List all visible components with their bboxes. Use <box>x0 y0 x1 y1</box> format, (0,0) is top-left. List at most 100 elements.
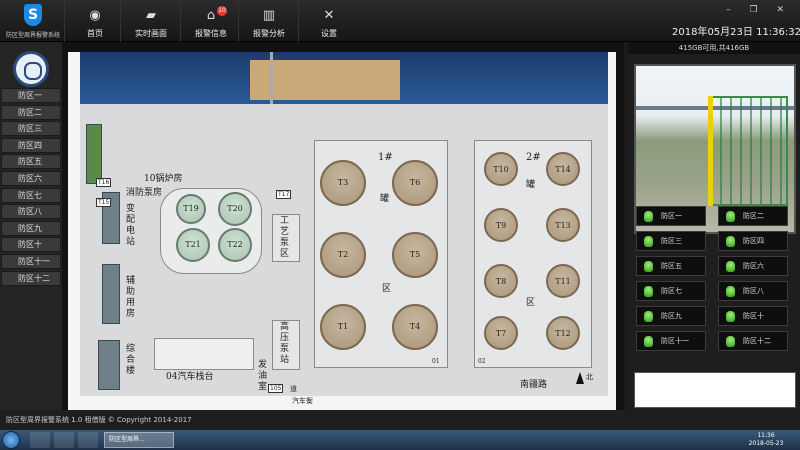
zone-status-button[interactable]: 防区四 <box>718 231 788 251</box>
gate-label: 道 <box>290 385 297 393</box>
tank-t9[interactable]: T9 <box>484 208 518 242</box>
tank-t2[interactable]: T2 <box>320 232 366 278</box>
process-pump-label: 工艺泵区 <box>280 216 290 259</box>
nav-settings-label: 设置 <box>321 29 337 38</box>
nav-home-label: 首页 <box>87 29 103 38</box>
boiler-label: 10锅炉房 <box>144 174 183 184</box>
sidebar-zone-item[interactable]: 防区七 <box>1 187 61 203</box>
zone-status-button[interactable]: 防区五 <box>636 256 706 276</box>
zone-ok-indicator-icon <box>644 311 653 322</box>
sidebar-zone-item[interactable]: 防区四 <box>1 137 61 153</box>
aux-building <box>102 264 120 324</box>
zone-status-button[interactable]: 防区六 <box>718 256 788 276</box>
zone-status-label: 防区一 <box>661 212 682 220</box>
sidebar-zone-item[interactable]: 防区三 <box>1 121 61 137</box>
wash-label: 汽车衡 <box>292 397 313 405</box>
tank-t11[interactable]: T11 <box>546 264 580 298</box>
site-map[interactable]: 变配电站 辅助用房 综合楼 10锅炉房 消防泵房 T16 T15 T19 T20… <box>68 52 616 435</box>
sidebar-zone-item[interactable]: 防区八 <box>1 204 61 220</box>
zone-status-button[interactable]: 防区八 <box>718 281 788 301</box>
zone-status-button[interactable]: 防区九 <box>636 306 706 326</box>
tank-t2-label: T2 <box>337 250 349 259</box>
tank-t10[interactable]: T10 <box>484 152 518 186</box>
window-controls[interactable]: – ❐ ✕ <box>726 5 792 15</box>
block1-label-num: 1# <box>378 152 393 163</box>
sidebar-zone-item[interactable]: 防区五 <box>1 154 61 170</box>
tank-t14[interactable]: T14 <box>546 152 580 186</box>
zone-status-label: 防区十 <box>743 312 764 320</box>
tank-t13-label: T13 <box>555 221 571 230</box>
tank-t12-label: T12 <box>555 329 571 338</box>
tank-t3[interactable]: T3 <box>320 160 366 206</box>
block1-label-zone: 区 <box>382 284 392 294</box>
tank-t1[interactable]: T1 <box>320 304 366 350</box>
pole <box>270 52 273 104</box>
tank-t6[interactable]: T6 <box>392 160 438 206</box>
zone-ok-indicator-icon <box>726 336 735 347</box>
zone-status-button[interactable]: 防区一 <box>636 206 706 226</box>
tank-t21[interactable]: T21 <box>176 228 210 262</box>
event-log <box>634 372 796 408</box>
nav-alarm-analysis[interactable]: ▥ 报警分析 <box>238 0 298 42</box>
tank-t21-label: T21 <box>185 240 201 249</box>
taskbar-app-1[interactable] <box>30 432 50 448</box>
nav-home[interactable]: ◉ 首页 <box>64 0 124 42</box>
tank-t20[interactable]: T20 <box>218 192 252 226</box>
truck-loading-label: 04汽车栈台 <box>166 372 214 382</box>
tank-t7[interactable]: T7 <box>484 316 518 350</box>
taskbar-active-app[interactable]: 防区型周界... <box>104 432 174 448</box>
zone-status-button[interactable]: 防区三 <box>636 231 706 251</box>
complex-label: 综合楼 <box>126 344 136 376</box>
sidebar-zone-item[interactable]: 防区十一 <box>1 254 61 269</box>
zone-ok-indicator-icon <box>644 236 653 247</box>
sidebar-zone-item[interactable]: 防区十 <box>1 237 61 253</box>
system-tray-clock[interactable]: 11:36 2018-05-23 <box>736 432 796 448</box>
zone-status-button[interactable]: 防区二 <box>718 206 788 226</box>
zone-ok-indicator-icon <box>726 311 735 322</box>
tank-t6-label: T6 <box>409 178 421 187</box>
app-title: 防区型周界报警系统 <box>5 32 60 39</box>
sidebar-zone-item[interactable]: 防区二 <box>1 104 61 120</box>
block2-code: 02 <box>478 358 486 365</box>
nav-alarm-info[interactable]: ⌂ 10 报警信息 <box>180 0 240 42</box>
tank-t19[interactable]: T19 <box>176 194 206 224</box>
date-time: 2018年05月23日 11:36:32 <box>672 27 800 38</box>
globe-icon: ◉ <box>89 8 101 23</box>
status-footer: 防区型周界报警系统 1.0 租借版 © Copyright 2014-2017 <box>0 410 800 430</box>
nav-settings[interactable]: ✕ 设置 <box>298 0 358 42</box>
zone-status-label: 防区四 <box>743 237 764 245</box>
t16-tag: T16 <box>96 178 112 187</box>
tank-t9-label: T9 <box>495 221 507 230</box>
tank-t5[interactable]: T5 <box>392 232 438 278</box>
right-panel: 415GB可用,共416GB 防区一 防区二 防区三 防区四 防区五 防区六 防区七 防区八防… <box>628 42 800 410</box>
zone-status-label: 防区五 <box>661 262 682 270</box>
zone-status-button[interactable]: 防区十一 <box>636 331 706 351</box>
taskbar-app-3[interactable] <box>78 432 98 448</box>
taskbar-app-2[interactable] <box>54 432 74 448</box>
aux-room-label: 辅助用房 <box>126 276 136 319</box>
tank-t13[interactable]: T13 <box>546 208 580 242</box>
zone-status-button[interactable]: 防区十 <box>718 306 788 326</box>
sidebar-zone-item[interactable]: 防区一 <box>1 88 61 103</box>
zone-status-button[interactable]: 防区七 <box>636 281 706 301</box>
tank-t10-label: T10 <box>493 165 509 174</box>
tank-t8[interactable]: T8 <box>484 264 518 298</box>
zone-ok-indicator-icon <box>644 336 653 347</box>
start-button[interactable] <box>2 431 20 449</box>
tank-t12[interactable]: T12 <box>546 316 580 350</box>
sidebar: 防区一 防区二 防区三 防区四 防区五 防区六 防区七 防区八 防区九 防区十 防区十一 防区十二 <box>0 42 62 410</box>
nav-live-view-label: 实时画面 <box>135 29 167 38</box>
block2-label-zone: 区 <box>526 298 536 308</box>
sidebar-zone-item[interactable]: 防区十二 <box>1 270 61 286</box>
tank-t22[interactable]: T22 <box>218 228 252 262</box>
tank-t20-label: T20 <box>227 204 243 213</box>
sidebar-zone-item[interactable]: 防区六 <box>1 171 61 186</box>
nav-live-view[interactable]: ▰ 实时画面 <box>120 0 180 42</box>
zone-status-button[interactable]: 防区十二 <box>718 331 788 351</box>
tank-t4[interactable]: T4 <box>392 304 438 350</box>
zone-status-label: 防区十一 <box>661 337 689 345</box>
zone-ok-indicator-icon <box>726 286 735 297</box>
zone-ok-indicator-icon <box>726 211 735 222</box>
sidebar-zone-item[interactable]: 防区九 <box>1 220 61 236</box>
alarm-count-badge: 10 <box>217 6 227 16</box>
